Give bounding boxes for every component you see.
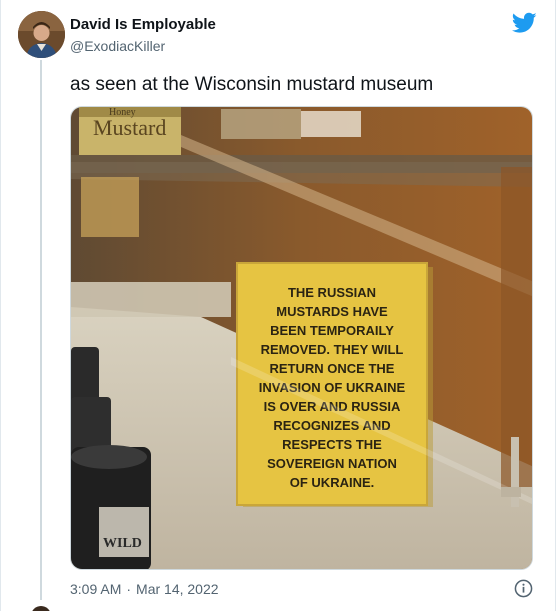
reply-avatar [31, 606, 51, 611]
photo-bottom-jar-text: WILD [103, 536, 142, 551]
sign-line: RETURN ONCE THE [270, 361, 395, 376]
photo-jar-label: Mustard [93, 115, 166, 140]
timestamp-separator: · [126, 581, 132, 597]
author-avatar[interactable] [18, 11, 65, 58]
tweet-time: 3:09 AM [70, 581, 122, 597]
tweet-text: as seen at the Wisconsin mustard museum [70, 74, 434, 95]
sign-line: RESPECTS THE [282, 437, 382, 452]
info-icon[interactable] [514, 579, 533, 598]
sign-line: REMOVED. THEY WILL [261, 342, 404, 357]
thread-line [40, 60, 42, 600]
author-display-name[interactable]: David Is Employable [70, 16, 216, 33]
tweet-card: David Is Employable @ExodiacKiller as se… [0, 0, 556, 611]
sign-line: MUSTARDS HAVE [276, 304, 388, 319]
sign-line: SOVEREIGN NATION [267, 456, 397, 471]
tweet-timestamp[interactable]: 3:09 AM · Mar 14, 2022 [70, 581, 219, 597]
sign-line: THE RUSSIAN [288, 285, 376, 300]
tweet-photo[interactable]: Honey Mustard THE RUSSIAN MUSTARDS HAVE … [70, 106, 533, 570]
twitter-bird-icon[interactable] [512, 12, 537, 34]
sign-line: BEEN TEMPORAILY [270, 323, 394, 338]
author-handle[interactable]: @ExodiacKiller [70, 38, 165, 54]
tweet-date: Mar 14, 2022 [136, 581, 219, 597]
sign-line: OF UKRAINE. [290, 475, 375, 490]
